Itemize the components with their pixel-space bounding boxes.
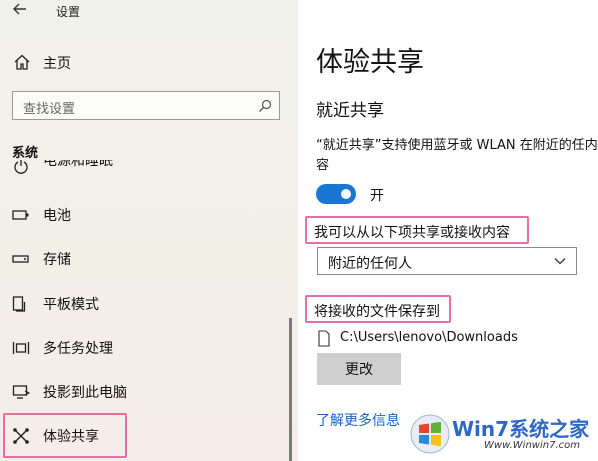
sidebar-item-label: 存储 <box>43 252 71 268</box>
toggle-knob <box>341 189 351 199</box>
storage-icon <box>12 255 29 263</box>
search-icon <box>259 99 272 112</box>
toggle-state-label: 开 <box>370 188 384 204</box>
back-button[interactable] <box>12 1 30 21</box>
learn-more-link[interactable]: 了解更多信息 <box>316 410 400 430</box>
search-placeholder: 查找设置 <box>23 102 76 117</box>
main-content: 体验共享 就近共享 “就近共享”支持使用蓝牙或 WLAN 在附近的任内容 开 我… <box>298 0 598 461</box>
sidebar: 设置 主页 查找设置 系统 电源和睡眠 电池 存储 平板模式 多任务处理 投影到… <box>0 0 298 461</box>
battery-icon <box>12 210 29 220</box>
sidebar-item-power[interactable]: 电源和睡眠 <box>0 160 298 180</box>
sidebar-scrollbar[interactable] <box>289 318 292 461</box>
save-path: C:\Users\lenovo\Downloads <box>340 330 518 345</box>
save-to-label: 将接收的文件保存到 <box>314 304 440 320</box>
sidebar-item-label: 投影到此电脑 <box>43 385 127 401</box>
highlight-frame-share-from: 我可以从以下项共享或接收内容 <box>305 216 529 244</box>
sidebar-item-label: 主页 <box>43 56 71 72</box>
sidebar-item-label: 电源和睡眠 <box>43 160 113 169</box>
nearby-sharing-toggle[interactable] <box>316 184 356 204</box>
watermark-brand: Win7系统之家 <box>452 413 589 442</box>
sidebar-item-storage[interactable]: 存储 <box>0 242 298 276</box>
power-icon <box>14 160 28 174</box>
watermark-url: Www.Winwin7.com <box>484 440 580 451</box>
title-bar: 设置 <box>0 0 298 26</box>
share-from-label: 我可以从以下项共享或接收内容 <box>314 225 510 241</box>
change-button[interactable]: 更改 <box>317 353 401 385</box>
sidebar-item-label: 多任务处理 <box>43 341 113 357</box>
share-from-dropdown[interactable]: 附近的任何人 <box>317 247 577 275</box>
highlight-frame-selected-item <box>3 413 127 458</box>
multitasking-icon <box>12 342 30 354</box>
save-location: C:\Users\lenovo\Downloads <box>318 329 598 349</box>
share-from-value: 附近的任何人 <box>328 256 412 272</box>
section-label-system: 系统 <box>12 146 39 161</box>
chevron-down-icon <box>554 258 566 265</box>
home-icon <box>14 54 30 70</box>
watermark: Win7系统之家 Www.Winwin7.com <box>402 410 598 461</box>
highlight-frame-save-to: 将接收的文件保存到 <box>305 295 451 323</box>
sidebar-item-label: 平板模式 <box>43 297 99 313</box>
sidebar-item-multitasking[interactable]: 多任务处理 <box>0 331 298 365</box>
page-title: 体验共享 <box>316 47 424 78</box>
sidebar-item-battery[interactable]: 电池 <box>0 198 298 232</box>
sidebar-item-home[interactable]: 主页 <box>0 48 298 78</box>
tablet-mode-icon <box>12 296 26 312</box>
nearby-sharing-description: “就近共享”支持使用蓝牙或 WLAN 在附近的任内容 <box>316 138 598 173</box>
back-arrow-icon <box>13 3 26 15</box>
project-icon <box>12 385 30 399</box>
search-input[interactable]: 查找设置 <box>12 91 280 120</box>
windows-logo-icon <box>410 414 450 454</box>
sidebar-item-label: 电池 <box>43 208 71 224</box>
watermark-brand-text: Win7系统之家 <box>452 417 590 441</box>
sidebar-item-project[interactable]: 投影到此电脑 <box>0 375 298 409</box>
section-heading-nearby-sharing: 就近共享 <box>316 101 384 121</box>
app-title: 设置 <box>56 5 81 19</box>
file-icon <box>318 330 330 347</box>
sidebar-item-tablet-mode[interactable]: 平板模式 <box>0 287 298 321</box>
